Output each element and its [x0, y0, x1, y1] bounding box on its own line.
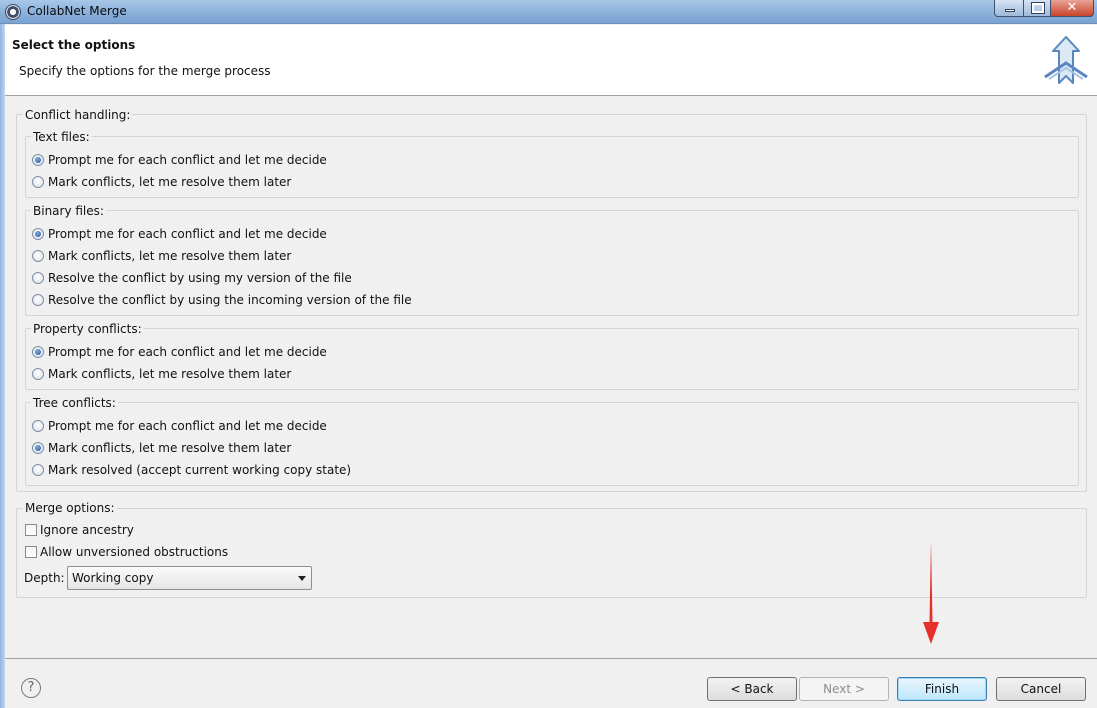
depth-select[interactable]: Working copy — [67, 566, 312, 590]
radio-unselected[interactable] — [32, 250, 44, 262]
radio-unselected[interactable] — [32, 176, 44, 188]
radio-selected[interactable] — [32, 228, 44, 240]
help-icon[interactable]: ? — [21, 678, 41, 698]
chevron-down-icon[interactable] — [298, 576, 306, 581]
property-conflicts-option-mark[interactable]: Mark conflicts, let me resolve them late… — [32, 367, 291, 381]
next-button[interactable]: Next > — [799, 677, 889, 701]
back-button[interactable]: < Back — [707, 677, 797, 701]
annotation-arrow — [923, 540, 939, 644]
conflict-handling-label: Conflict handling: — [23, 108, 133, 122]
tree-conflicts-option-mark[interactable]: Mark conflicts, let me resolve them late… — [32, 441, 291, 455]
depth-label: Depth: — [24, 571, 65, 585]
wizard-footer: ? < Back Next > Finish Cancel — [5, 658, 1097, 708]
maximize-icon — [1031, 2, 1045, 14]
merge-icon — [1044, 36, 1088, 84]
ignore-ancestry-checkbox[interactable]: Ignore ancestry — [25, 523, 134, 537]
close-icon: ✕ — [1066, 0, 1078, 15]
property-conflicts-option-prompt[interactable]: Prompt me for each conflict and let me d… — [32, 345, 327, 359]
allow-unversioned-checkbox[interactable]: Allow unversioned obstructions — [25, 545, 228, 559]
page-description: Specify the options for the merge proces… — [19, 64, 271, 78]
radio-selected[interactable] — [32, 442, 44, 454]
binary-files-option-mark[interactable]: Mark conflicts, let me resolve them late… — [32, 249, 291, 263]
depth-value: Working copy — [72, 571, 154, 585]
radio-unselected[interactable] — [32, 464, 44, 476]
checkbox[interactable] — [25, 546, 37, 558]
minimize-button[interactable] — [994, 0, 1024, 17]
radio-selected[interactable] — [32, 154, 44, 166]
maximize-button[interactable] — [1023, 0, 1051, 17]
radio-unselected[interactable] — [32, 368, 44, 380]
tree-conflicts-label: Tree conflicts: — [31, 396, 118, 410]
radio-unselected[interactable] — [32, 420, 44, 432]
radio-unselected[interactable] — [32, 272, 44, 284]
minimize-icon — [1005, 9, 1015, 12]
cancel-button[interactable]: Cancel — [996, 677, 1086, 701]
wizard-header: Select the options Specify the options f… — [5, 25, 1097, 96]
merge-options-label: Merge options: — [23, 501, 117, 515]
text-files-label: Text files: — [31, 130, 92, 144]
tree-conflicts-option-resolved[interactable]: Mark resolved (accept current working co… — [32, 463, 351, 477]
finish-button[interactable]: Finish — [897, 677, 987, 701]
window-title: CollabNet Merge — [27, 4, 127, 18]
binary-files-option-prompt[interactable]: Prompt me for each conflict and let me d… — [32, 227, 327, 241]
radio-selected[interactable] — [32, 346, 44, 358]
binary-files-option-mine[interactable]: Resolve the conflict by using my version… — [32, 271, 352, 285]
title-bar[interactable]: CollabNet Merge ✕ — [0, 0, 1097, 24]
property-conflicts-label: Property conflicts: — [31, 322, 144, 336]
page-title: Select the options — [12, 38, 136, 52]
app-icon — [5, 4, 21, 20]
binary-files-label: Binary files: — [31, 204, 106, 218]
close-button[interactable]: ✕ — [1050, 0, 1094, 17]
radio-unselected[interactable] — [32, 294, 44, 306]
binary-files-option-incoming[interactable]: Resolve the conflict by using the incomi… — [32, 293, 412, 307]
text-files-option-prompt[interactable]: Prompt me for each conflict and let me d… — [32, 153, 327, 167]
text-files-option-mark[interactable]: Mark conflicts, let me resolve them late… — [32, 175, 291, 189]
tree-conflicts-option-prompt[interactable]: Prompt me for each conflict and let me d… — [32, 419, 327, 433]
checkbox[interactable] — [25, 524, 37, 536]
